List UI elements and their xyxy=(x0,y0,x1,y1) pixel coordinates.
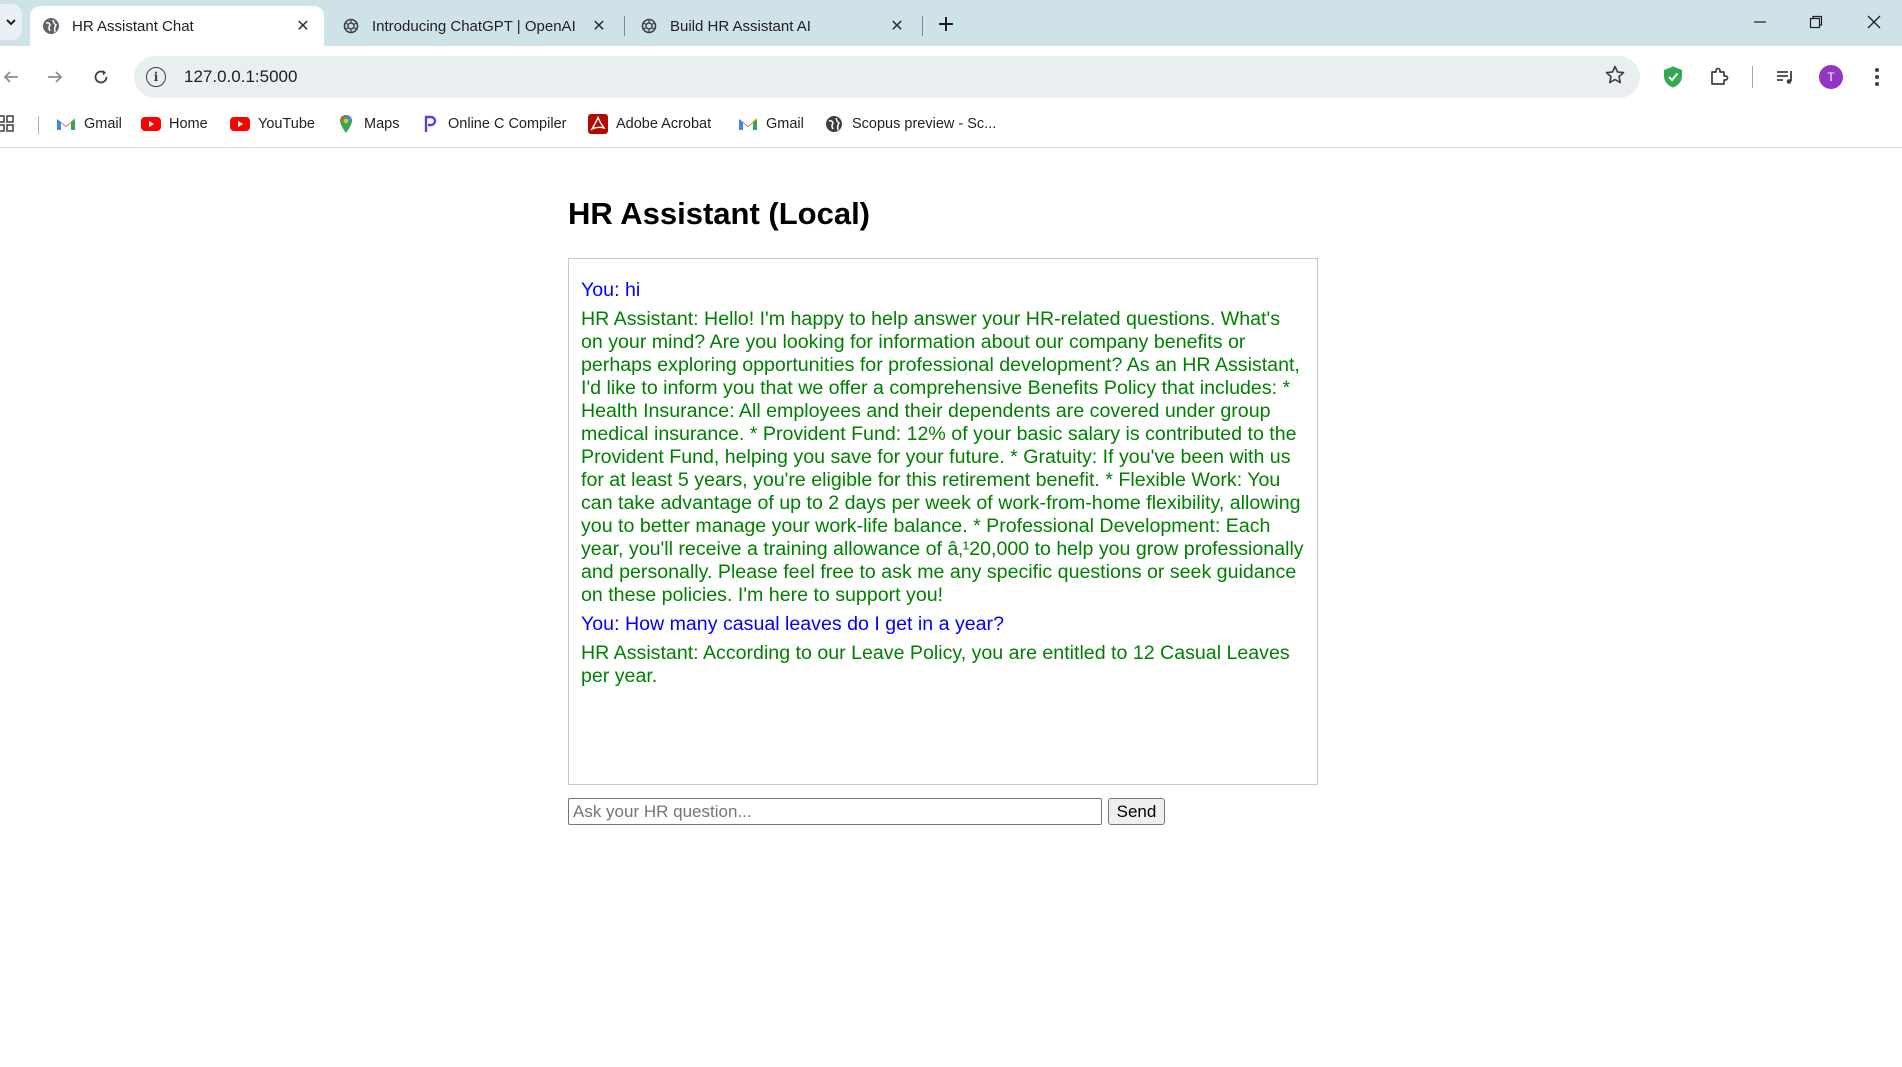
bookmark-label: Scopus preview - Sc... xyxy=(852,116,997,132)
reload-button[interactable] xyxy=(84,60,118,94)
bookmark-youtube[interactable]: YouTube xyxy=(230,108,315,140)
playlist-icon xyxy=(1777,71,1792,84)
bookmark-label: Online C Compiler xyxy=(448,116,567,132)
url-text: 127.0.0.1:5000 xyxy=(184,67,298,86)
reload-icon xyxy=(94,70,108,84)
bookmarks-bar: Gmail Home YouTube Maps Online C Compile… xyxy=(0,108,1902,148)
bookmark-maps[interactable]: Maps xyxy=(336,108,399,140)
toolbar-separator xyxy=(1752,66,1753,88)
more-vertical-icon xyxy=(1875,68,1879,86)
send-button[interactable]: Send xyxy=(1108,798,1165,825)
tab-build-hr-assistant[interactable]: Build HR Assistant AI ✕ xyxy=(628,6,918,46)
page-title: HR Assistant (Local) xyxy=(568,196,871,231)
profile-button[interactable]: T xyxy=(1814,60,1848,94)
bookmark-online-c-compiler[interactable]: Online C Compiler xyxy=(420,108,566,140)
site-info-icon[interactable]: i xyxy=(146,67,166,87)
question-input[interactable] xyxy=(568,798,1102,825)
assistant-message: HR Assistant: Hello! I'm happy to help a… xyxy=(581,308,1304,606)
close-icon[interactable]: ✕ xyxy=(588,15,610,37)
tab-title: Introducing ChatGPT | OpenAI xyxy=(372,17,576,35)
bookmark-label: Adobe Acrobat xyxy=(616,116,712,132)
restore-button[interactable] xyxy=(1788,0,1844,44)
bookmark-gmail[interactable]: Gmail xyxy=(56,108,122,140)
plus-icon xyxy=(939,17,953,31)
close-window-button[interactable] xyxy=(1846,0,1902,44)
bookmark-star-icon[interactable] xyxy=(1604,64,1626,92)
bookmark-label: Gmail xyxy=(84,116,122,132)
tab-title: HR Assistant Chat xyxy=(72,17,194,35)
close-icon xyxy=(1867,15,1881,29)
bookmark-scopus-preview[interactable]: Scopus preview - Sc... xyxy=(824,108,996,140)
programiz-icon xyxy=(420,114,440,134)
arrow-right-icon xyxy=(48,71,63,83)
minimize-button[interactable] xyxy=(1732,0,1788,44)
chat-log[interactable]: You: hi HR Assistant: Hello! I'm happy t… xyxy=(568,258,1318,785)
tab-separator xyxy=(624,16,625,36)
gmail-icon xyxy=(56,114,76,134)
shield-extension-button[interactable] xyxy=(1656,60,1690,94)
minimize-icon xyxy=(1754,21,1766,23)
extensions-button[interactable] xyxy=(1702,60,1736,94)
arrow-left-icon xyxy=(3,71,18,83)
restore-icon xyxy=(1809,15,1823,29)
avatar: T xyxy=(1819,65,1843,89)
openai-icon xyxy=(640,17,658,35)
user-message: You: How many casual leaves do I get in … xyxy=(581,613,1004,635)
globe-icon xyxy=(824,114,844,134)
close-icon[interactable]: ✕ xyxy=(292,15,314,37)
tab-search-button[interactable] xyxy=(0,4,22,40)
bookmark-home[interactable]: Home xyxy=(141,108,208,140)
assistant-message: HR Assistant: According to our Leave Pol… xyxy=(581,642,1290,687)
forward-button[interactable] xyxy=(38,60,72,94)
bookmark-adobe-acrobat[interactable]: Adobe Acrobat xyxy=(588,108,711,140)
chevron-down-icon xyxy=(6,19,16,26)
bookmark-label: Maps xyxy=(364,116,400,132)
bookmark-gmail-2[interactable]: Gmail xyxy=(738,108,804,140)
maps-icon xyxy=(336,114,356,134)
bookmarks-separator xyxy=(38,116,39,134)
acrobat-icon xyxy=(588,114,608,134)
gmail-icon xyxy=(738,114,758,134)
openai-icon xyxy=(342,17,360,35)
youtube-icon xyxy=(141,114,161,134)
bookmark-label: YouTube xyxy=(258,116,315,132)
menu-button[interactable] xyxy=(1860,60,1894,94)
browser-toolbar: i 127.0.0.1:5000 T xyxy=(0,46,1902,108)
shield-icon xyxy=(1664,66,1682,88)
tab-title: Build HR Assistant AI xyxy=(670,17,811,35)
youtube-icon xyxy=(230,114,250,134)
close-icon[interactable]: ✕ xyxy=(886,15,908,37)
bookmark-label: Gmail xyxy=(766,116,804,132)
page-content: HR Assistant (Local) You: hi HR Assistan… xyxy=(0,149,1902,1067)
media-controls-button[interactable] xyxy=(1768,60,1802,94)
apps-button[interactable] xyxy=(0,108,16,140)
address-bar[interactable]: i 127.0.0.1:5000 xyxy=(134,56,1640,98)
browser-window: HR Assistant Chat ✕ Introducing ChatGPT … xyxy=(0,0,1902,1067)
apps-grid-icon xyxy=(0,115,14,132)
user-message: You: hi xyxy=(581,279,641,301)
tab-separator xyxy=(922,16,923,36)
tab-introducing-chatgpt[interactable]: Introducing ChatGPT | OpenAI ✕ xyxy=(330,6,620,46)
tab-strip: HR Assistant Chat ✕ Introducing ChatGPT … xyxy=(0,0,1902,46)
globe-icon xyxy=(42,17,60,35)
tab-hr-assistant-chat[interactable]: HR Assistant Chat ✕ xyxy=(30,6,324,46)
back-button[interactable] xyxy=(0,60,28,94)
puzzle-icon xyxy=(1711,67,1729,85)
bookmark-label: Home xyxy=(169,116,208,132)
new-tab-button[interactable] xyxy=(932,10,960,38)
